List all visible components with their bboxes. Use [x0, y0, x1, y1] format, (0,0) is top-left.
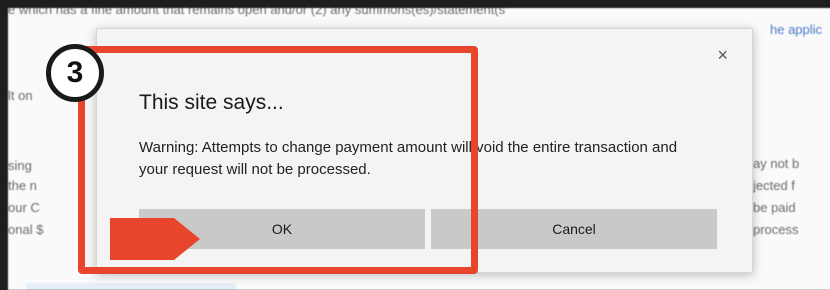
background-text: process — [753, 222, 799, 237]
background-strip — [26, 283, 236, 290]
background-text: onal $ — [8, 222, 44, 237]
background-text: lt on — [8, 88, 33, 103]
arrow-right-icon — [110, 218, 200, 260]
background-text: e which has a fine amount that remains o… — [8, 8, 506, 17]
background-text: he applic — [770, 22, 823, 37]
background-text: jected f — [753, 178, 795, 193]
background-text: our C — [8, 200, 40, 215]
close-icon[interactable]: × — [717, 45, 728, 66]
step-number-badge: 3 — [46, 44, 104, 102]
background-text: sing — [8, 158, 32, 173]
background-text: ay not b — [753, 156, 800, 171]
background-text: be paid — [753, 200, 796, 215]
screenshot-frame: e which has a fine amount that remains o… — [0, 0, 830, 290]
background-text: the n — [8, 178, 37, 193]
